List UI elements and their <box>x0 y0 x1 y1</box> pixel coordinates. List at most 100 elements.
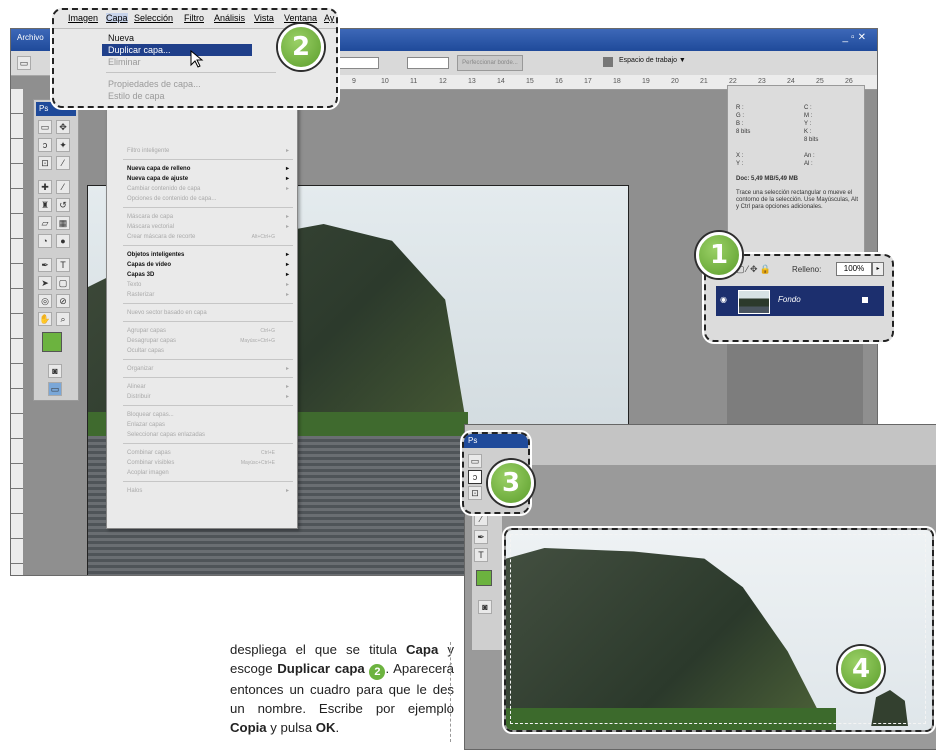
layer-row-fondo[interactable]: ◉ Fondo <box>716 286 884 316</box>
window-2-top <box>465 425 936 465</box>
info-rgb: R :G :B :8 bits <box>736 105 751 135</box>
ruler-tick-label: 13 <box>468 78 476 85</box>
menu-separator <box>123 443 293 444</box>
tool2-d-icon[interactable]: T <box>474 548 488 562</box>
capa-menu-item[interactable]: Objetos inteligentes ▸ <box>107 250 297 260</box>
menu-seleccion[interactable]: Selección <box>134 13 173 23</box>
submenu-arrow-icon: ▸ <box>285 176 289 182</box>
gradient-tool-icon[interactable]: ▦ <box>56 216 70 230</box>
menu-separator <box>123 405 293 406</box>
tool2-b-icon[interactable]: ⁄ <box>474 512 488 526</box>
3d-orbit-icon[interactable]: ⊘ <box>56 294 70 308</box>
menu-ventana[interactable]: Ventana <box>284 13 317 23</box>
menu-capa[interactable]: Capa <box>106 13 128 23</box>
heal-tool-icon[interactable]: ✚ <box>38 180 52 194</box>
ruler-tick-label: 9 <box>352 78 356 85</box>
fill-dropdown-arrow-icon[interactable]: ▸ <box>872 262 884 276</box>
eyedropper-tool-icon[interactable]: ⁄ <box>56 156 70 170</box>
window-controls[interactable]: _▫✕ <box>843 32 870 43</box>
menu-separator <box>123 481 293 482</box>
menu-shortcut: Mayúsc+Ctrl+E <box>240 460 275 466</box>
menu-separator <box>123 207 293 208</box>
hand-tool-icon[interactable]: ✋ <box>38 312 52 326</box>
ruler-tick-label: 17 <box>584 78 592 85</box>
wand-tool-icon[interactable]: ✦ <box>56 138 70 152</box>
submenu-arrow-icon: ▸ <box>285 224 289 230</box>
3d-rotate-icon[interactable]: ◎ <box>38 294 52 308</box>
foreground-color-swatch[interactable] <box>42 332 62 352</box>
menu-shortcut: Alt+Ctrl+G <box>251 234 275 240</box>
height-field[interactable] <box>407 57 449 69</box>
shape-tool-icon[interactable]: ▢ <box>56 276 70 290</box>
layer-lock-icons[interactable]: ▢⁄✥🔒 <box>736 264 780 276</box>
menu-ayuda[interactable]: Ay <box>324 13 334 23</box>
history-brush-icon[interactable]: ↺ <box>56 198 70 212</box>
ruler-tick-label: 14 <box>497 78 505 85</box>
menu-separator <box>123 359 293 360</box>
fill-label: Relleno: <box>792 265 822 274</box>
eraser-tool-icon[interactable]: ▱ <box>38 216 52 230</box>
move-tool-icon[interactable]: ✥ <box>56 120 70 134</box>
capa-menu-item: Combinar visibles Mayúsc+Ctrl+E <box>127 460 275 466</box>
marquee-preset-icon[interactable]: ▭ <box>17 56 31 70</box>
capa-menu-item: Organizar ▸ <box>127 366 289 372</box>
crop-tool-icon-2[interactable]: ⊡ <box>468 486 482 500</box>
quick-mask-icon[interactable]: ◙ <box>48 364 62 378</box>
pen-tool-icon[interactable]: ✒ <box>38 258 52 272</box>
fill-input[interactable]: 100% <box>836 262 872 276</box>
ruler-tick-label: 10 <box>381 78 389 85</box>
foreground-color-swatch-2[interactable] <box>476 570 492 586</box>
ruler-tick-label: 12 <box>439 78 447 85</box>
menu-filtro[interactable]: Filtro <box>184 13 204 23</box>
blur-tool-icon[interactable]: ◔ <box>38 234 52 248</box>
refine-edge-button[interactable]: Perfeccionar borde... <box>457 55 523 71</box>
eye-icon[interactable]: ◉ <box>720 296 730 304</box>
lasso-tool-icon-selected[interactable]: ↄ <box>468 470 482 484</box>
menu-vista[interactable]: Vista <box>254 13 274 23</box>
step-badge-2: 2 <box>278 24 324 70</box>
capa-menu-item[interactable]: Capas de vídeo ▸ <box>107 260 297 270</box>
submenu-arrow-icon: ▸ <box>285 166 289 172</box>
submenu-arrow-icon: ▸ <box>285 394 289 400</box>
dodge-tool-icon[interactable]: ● <box>56 234 70 248</box>
capa-menu-item: Desagrupar capas Mayúsc+Ctrl+G <box>127 338 275 344</box>
body-paragraph: despliega el que se titula Capa y escoge… <box>230 642 454 735</box>
inline-badge-2: 2 <box>369 664 386 680</box>
lasso-tool-icon[interactable]: ↄ <box>38 138 52 152</box>
doc-size: Doc: 5,49 MB/5,49 MB <box>736 176 799 182</box>
brush-tool-icon[interactable]: ⁄ <box>56 180 70 194</box>
capa-menu-item: Texto ▸ <box>127 282 289 288</box>
capa-menu-item: Combinar capas Ctrl+E <box>127 450 275 456</box>
zoom-tool-icon[interactable]: ⌕ <box>56 312 70 326</box>
capa-menu-item: Bloquear capas... <box>127 412 174 418</box>
ruler-left <box>11 89 23 575</box>
menu-shortcut: Mayúsc+Ctrl+G <box>240 338 275 344</box>
capa-menu-item: Nuevo sector basado en capa <box>127 310 207 316</box>
capa-menu-item[interactable]: Nueva capa de ajuste ▸ <box>107 174 297 184</box>
menu-analisis[interactable]: Análisis <box>214 13 245 23</box>
width-field[interactable] <box>337 57 379 69</box>
capa-menu-item[interactable]: Nueva capa de relleno ▸ <box>107 164 297 174</box>
submenu-arrow-icon: ▸ <box>285 186 289 192</box>
menu-shortcut: Ctrl+E <box>260 450 275 456</box>
submenu-arrow-icon: ▸ <box>285 292 289 298</box>
tool2-c-icon[interactable]: ✒ <box>474 530 488 544</box>
screen-mode-icon[interactable]: ▭ <box>48 382 62 396</box>
selection-marquee <box>510 534 926 724</box>
capa-menu-item[interactable]: Capas 3D ▸ <box>107 270 297 280</box>
workspace-menu[interactable]: Espacio de trabajo ▼ <box>619 57 686 64</box>
info-panel: R :G :B :8 bits C :M :Y :K :8 bits X :Y … <box>727 85 865 267</box>
marquee-tool-icon[interactable]: ▭ <box>38 120 52 134</box>
menu-item-propiedades: Propiedades de capa... <box>108 79 201 89</box>
crop-tool-icon[interactable]: ⊡ <box>38 156 52 170</box>
menu-item-duplicar-capa[interactable]: Duplicar capa... <box>102 44 252 56</box>
marquee-tool-icon-2[interactable]: ▭ <box>468 454 482 468</box>
capa-menu-item: Ocultar capas <box>127 348 165 354</box>
ruler-tick-label: 16 <box>555 78 563 85</box>
quick-mask-icon-2[interactable]: ◙ <box>478 600 492 614</box>
stamp-tool-icon[interactable]: ♜ <box>38 198 52 212</box>
file-menu-fragment[interactable]: Archivo <box>17 33 44 42</box>
menu-imagen[interactable]: Imagen <box>68 13 98 23</box>
type-tool-icon[interactable]: T <box>56 258 70 272</box>
path-select-icon[interactable]: ➤ <box>38 276 52 290</box>
